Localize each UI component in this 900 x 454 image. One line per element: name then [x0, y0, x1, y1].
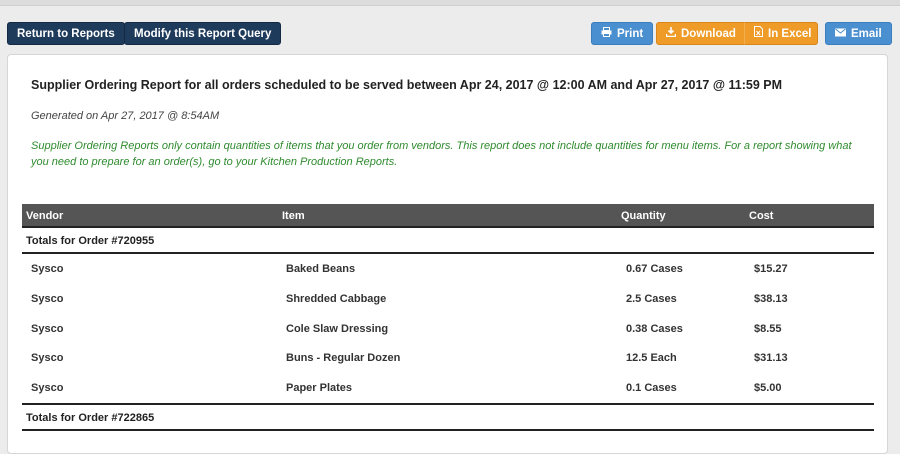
header-cost: Cost — [749, 210, 774, 222]
print-label: Print — [617, 28, 644, 40]
cost-cell: $38.13 — [754, 292, 788, 305]
item-cell: Buns - Regular Dozen — [286, 352, 401, 365]
item-cell: Baked Beans — [286, 263, 356, 275]
order-total-row: Totals for Order #722865 — [22, 405, 874, 431]
quantity-cell: 0.67 Cases — [626, 263, 683, 275]
report-table: Vendor Item Quantity Cost Totals for Ord… — [22, 204, 874, 431]
envelope-icon — [835, 23, 846, 46]
item-cell: Paper Plates — [286, 382, 353, 395]
download-excel-button[interactable]: In Excel — [744, 22, 818, 45]
table-row: Sysco Buns - Regular Dozen 12.5 Each $31… — [22, 343, 874, 373]
vendor-cell: Sysco — [31, 322, 64, 335]
vendor-cell: Sysco — [31, 292, 64, 305]
email-button[interactable]: Email — [825, 22, 892, 45]
vendor-cell: Sysco — [31, 352, 64, 365]
header-item: Item — [282, 210, 305, 222]
report-toolbar: Return to Reports Modify this Report Que… — [7, 22, 892, 46]
report-panel: Supplier Ordering Report for all orders … — [7, 54, 888, 454]
return-to-reports-button[interactable]: Return to Reports — [7, 22, 125, 45]
table-row: Sysco Baked Beans 0.67 Cases $15.27 — [22, 254, 874, 284]
table-header: Vendor Item Quantity Cost — [22, 204, 874, 228]
excel-file-icon — [754, 23, 763, 46]
modify-report-query-label: Modify this Report Query — [134, 28, 272, 40]
print-icon — [601, 23, 612, 46]
order-label: Totals for Order #720955 — [26, 235, 155, 247]
download-label: Download — [681, 28, 736, 40]
generated-timestamp: Generated on Apr 27, 2017 @ 8:54AM — [31, 110, 220, 122]
vendor-cell: Sysco — [31, 382, 64, 395]
quantity-cell: 12.5 Each — [626, 352, 677, 365]
table-row: Sysco Shredded Cabbage 2.5 Cases $38.13 — [22, 284, 874, 314]
item-cell: Shredded Cabbage — [286, 292, 387, 305]
report-note: Supplier Ordering Reports only contain q… — [31, 140, 852, 168]
cost-cell: $5.00 — [754, 382, 782, 395]
cost-cell: $8.55 — [754, 322, 782, 335]
table-row: Sysco Paper Plates 0.1 Cases $5.00 — [22, 373, 874, 403]
return-to-reports-label: Return to Reports — [17, 28, 115, 40]
vendor-cell: Sysco — [31, 263, 64, 275]
quantity-cell: 0.38 Cases — [626, 322, 683, 335]
email-label: Email — [851, 28, 882, 40]
download-icon — [665, 23, 677, 46]
quantity-cell: 0.1 Cases — [626, 382, 677, 395]
order-label: Totals for Order #722865 — [26, 411, 155, 424]
download-button[interactable]: Download — [656, 22, 745, 45]
table-row: Sysco Cole Slaw Dressing 0.38 Cases $8.5… — [22, 314, 874, 344]
print-button[interactable]: Print — [591, 22, 654, 46]
header-quantity: Quantity — [621, 210, 666, 222]
modify-report-query-button[interactable]: Modify this Report Query — [124, 22, 282, 45]
quantity-cell: 2.5 Cases — [626, 292, 677, 305]
top-border — [0, 0, 900, 6]
cost-cell: $31.13 — [754, 352, 788, 365]
header-vendor: Vendor — [26, 210, 64, 222]
report-title: Supplier Ordering Report for all orders … — [31, 78, 783, 92]
item-cell: Cole Slaw Dressing — [286, 322, 389, 335]
order-total-row: Totals for Order #720955 — [22, 228, 874, 254]
cost-cell: $15.27 — [754, 263, 788, 275]
excel-label: In Excel — [768, 28, 812, 40]
